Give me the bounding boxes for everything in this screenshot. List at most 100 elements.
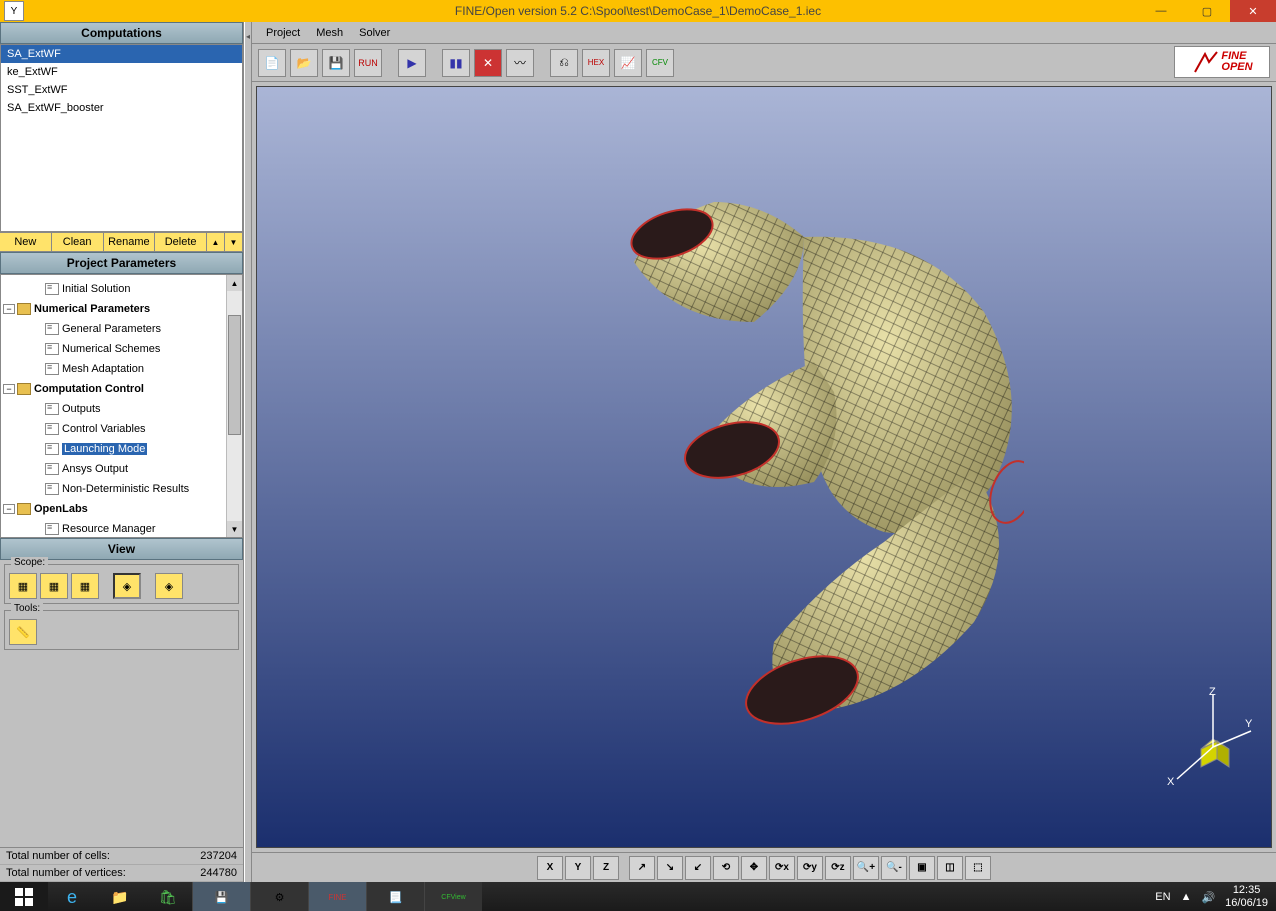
tree-node[interactable]: Launching Mode: [3, 439, 240, 459]
task-app[interactable]: ⚙: [250, 882, 308, 911]
measure-tool-button[interactable]: 📏: [9, 619, 37, 645]
scroll-thumb[interactable]: [228, 315, 241, 435]
new-file-button[interactable]: 📄: [258, 49, 286, 77]
tray-up-icon[interactable]: ▲: [1181, 891, 1192, 903]
computation-item[interactable]: SA_ExtWF_booster: [1, 99, 242, 117]
axis-y-button[interactable]: Y: [565, 856, 591, 880]
view-btn[interactable]: ↙: [685, 856, 711, 880]
3d-viewport[interactable]: Z Y X: [256, 86, 1272, 848]
computation-item[interactable]: SA_ExtWF: [1, 45, 242, 63]
computations-list[interactable]: SA_ExtWF ke_ExtWF SST_ExtWF SA_ExtWF_boo…: [0, 44, 243, 232]
scope-btn-2[interactable]: ▦: [40, 573, 68, 599]
minimize-button[interactable]: —: [1138, 0, 1184, 22]
zoom-in-button[interactable]: 🔍+: [853, 856, 879, 880]
fit-button[interactable]: ▣: [909, 856, 935, 880]
tree-node[interactable]: Outputs: [3, 399, 240, 419]
tree-label: General Parameters: [62, 323, 161, 335]
expand-toggle[interactable]: −: [3, 304, 15, 314]
rotate-y-button[interactable]: ⟳y: [797, 856, 823, 880]
tree-scrollbar[interactable]: ▲ ▼: [226, 275, 242, 537]
task-app-cfview[interactable]: CFView: [424, 882, 482, 911]
menu-solver[interactable]: Solver: [351, 24, 398, 42]
scroll-down-icon[interactable]: ▼: [227, 521, 242, 537]
menu-mesh[interactable]: Mesh: [308, 24, 351, 42]
stop-button[interactable]: ✕: [474, 49, 502, 77]
axis-triad[interactable]: Z Y X: [1153, 687, 1253, 787]
project-params-tree[interactable]: Initial Solution −Numerical Parameters Gen…: [0, 274, 243, 538]
store-button[interactable]: 🛍: [144, 882, 192, 911]
tree-node[interactable]: Non-Deterministic Results: [3, 479, 240, 499]
tree-node[interactable]: Mesh Adaptation: [3, 359, 240, 379]
new-button[interactable]: New: [0, 233, 52, 251]
scope-group: Scope: ▦ ▦ ▦ ◈ ◈: [4, 564, 239, 604]
scroll-up-button[interactable]: ▲: [207, 233, 225, 251]
scope-btn-1[interactable]: ▦: [9, 573, 37, 599]
view-btn[interactable]: ⬚: [965, 856, 991, 880]
rename-button[interactable]: Rename: [104, 233, 156, 251]
tree-node[interactable]: −Computation Control: [3, 379, 240, 399]
view-btn[interactable]: ↘: [657, 856, 683, 880]
expand-toggle[interactable]: −: [3, 384, 15, 394]
pause-button[interactable]: ▮▮: [442, 49, 470, 77]
menu-project[interactable]: Project: [258, 24, 308, 42]
rotate-z-button[interactable]: ⟳z: [825, 856, 851, 880]
hex-button[interactable]: HEX: [582, 49, 610, 77]
tree-node[interactable]: General Parameters: [3, 319, 240, 339]
tools-group: Tools: 📏: [4, 610, 239, 650]
page-icon: [45, 483, 59, 495]
scope-btn-3[interactable]: ▦: [71, 573, 99, 599]
scope-btn-4[interactable]: ◈: [113, 573, 141, 599]
tree-node[interactable]: Control Variables: [3, 419, 240, 439]
close-button[interactable]: ✕: [1230, 0, 1276, 22]
sidebar-resize-handle[interactable]: ◂: [244, 22, 252, 882]
mesh-model: [504, 142, 1024, 762]
rotate-x-button[interactable]: ⟳x: [769, 856, 795, 880]
tree-label: Non-Deterministic Results: [62, 483, 189, 495]
clean-button[interactable]: Clean: [52, 233, 104, 251]
tool-btn-1[interactable]: ⎌: [550, 49, 578, 77]
task-app-save[interactable]: 💾: [192, 882, 250, 911]
computation-item[interactable]: ke_ExtWF: [1, 63, 242, 81]
tree-node[interactable]: Numerical Schemes: [3, 339, 240, 359]
maximize-button[interactable]: ▢: [1184, 0, 1230, 22]
tree-node[interactable]: Ansys Output: [3, 459, 240, 479]
tray-clock[interactable]: 12:35 16/06/19: [1225, 884, 1268, 910]
cfv-button[interactable]: CFV: [646, 49, 674, 77]
computation-item[interactable]: SST_ExtWF: [1, 81, 242, 99]
chart-button[interactable]: 📈: [614, 49, 642, 77]
open-file-button[interactable]: 📂: [290, 49, 318, 77]
monitor-button[interactable]: 〰: [506, 49, 534, 77]
pan-button[interactable]: ✥: [741, 856, 767, 880]
tree-node[interactable]: −OpenLabs: [3, 499, 240, 519]
task-app[interactable]: 📃: [366, 882, 424, 911]
view-btn[interactable]: ◫: [937, 856, 963, 880]
ie-button[interactable]: e: [48, 882, 96, 911]
run-button[interactable]: RUN: [354, 49, 382, 77]
tree-label: Initial Solution: [62, 283, 131, 295]
scroll-up-icon[interactable]: ▲: [227, 275, 242, 291]
expand-toggle[interactable]: −: [3, 504, 15, 514]
svg-text:Z: Z: [1209, 687, 1216, 698]
task-app-fine[interactable]: FINE: [308, 882, 366, 911]
view-btn[interactable]: ↗: [629, 856, 655, 880]
explorer-button[interactable]: 📁: [96, 882, 144, 911]
start-button[interactable]: [0, 882, 48, 911]
view-btn[interactable]: ⟲: [713, 856, 739, 880]
tree-node[interactable]: Initial Solution: [3, 279, 240, 299]
tree-node[interactable]: −Numerical Parameters: [3, 299, 240, 319]
tree-node[interactable]: Resource Manager: [3, 519, 240, 538]
save-button[interactable]: 💾: [322, 49, 350, 77]
scope-btn-5[interactable]: ◈: [155, 573, 183, 599]
scroll-down-button[interactable]: ▼: [225, 233, 243, 251]
computation-buttons: New Clean Rename Delete ▲ ▼: [0, 232, 243, 252]
tray-volume-icon[interactable]: 🔊: [1201, 891, 1215, 904]
play-button[interactable]: ▶: [398, 49, 426, 77]
window-title: FINE/Open version 5.2 C:\Spool\test\Demo…: [455, 4, 821, 18]
zoom-out-button[interactable]: 🔍-: [881, 856, 907, 880]
axis-x-button[interactable]: X: [537, 856, 563, 880]
status-row: Total number of cells: 237204: [0, 848, 243, 865]
tree-label: Mesh Adaptation: [62, 363, 144, 375]
delete-button[interactable]: Delete: [155, 233, 207, 251]
tray-lang[interactable]: EN: [1155, 891, 1170, 903]
axis-z-button[interactable]: Z: [593, 856, 619, 880]
